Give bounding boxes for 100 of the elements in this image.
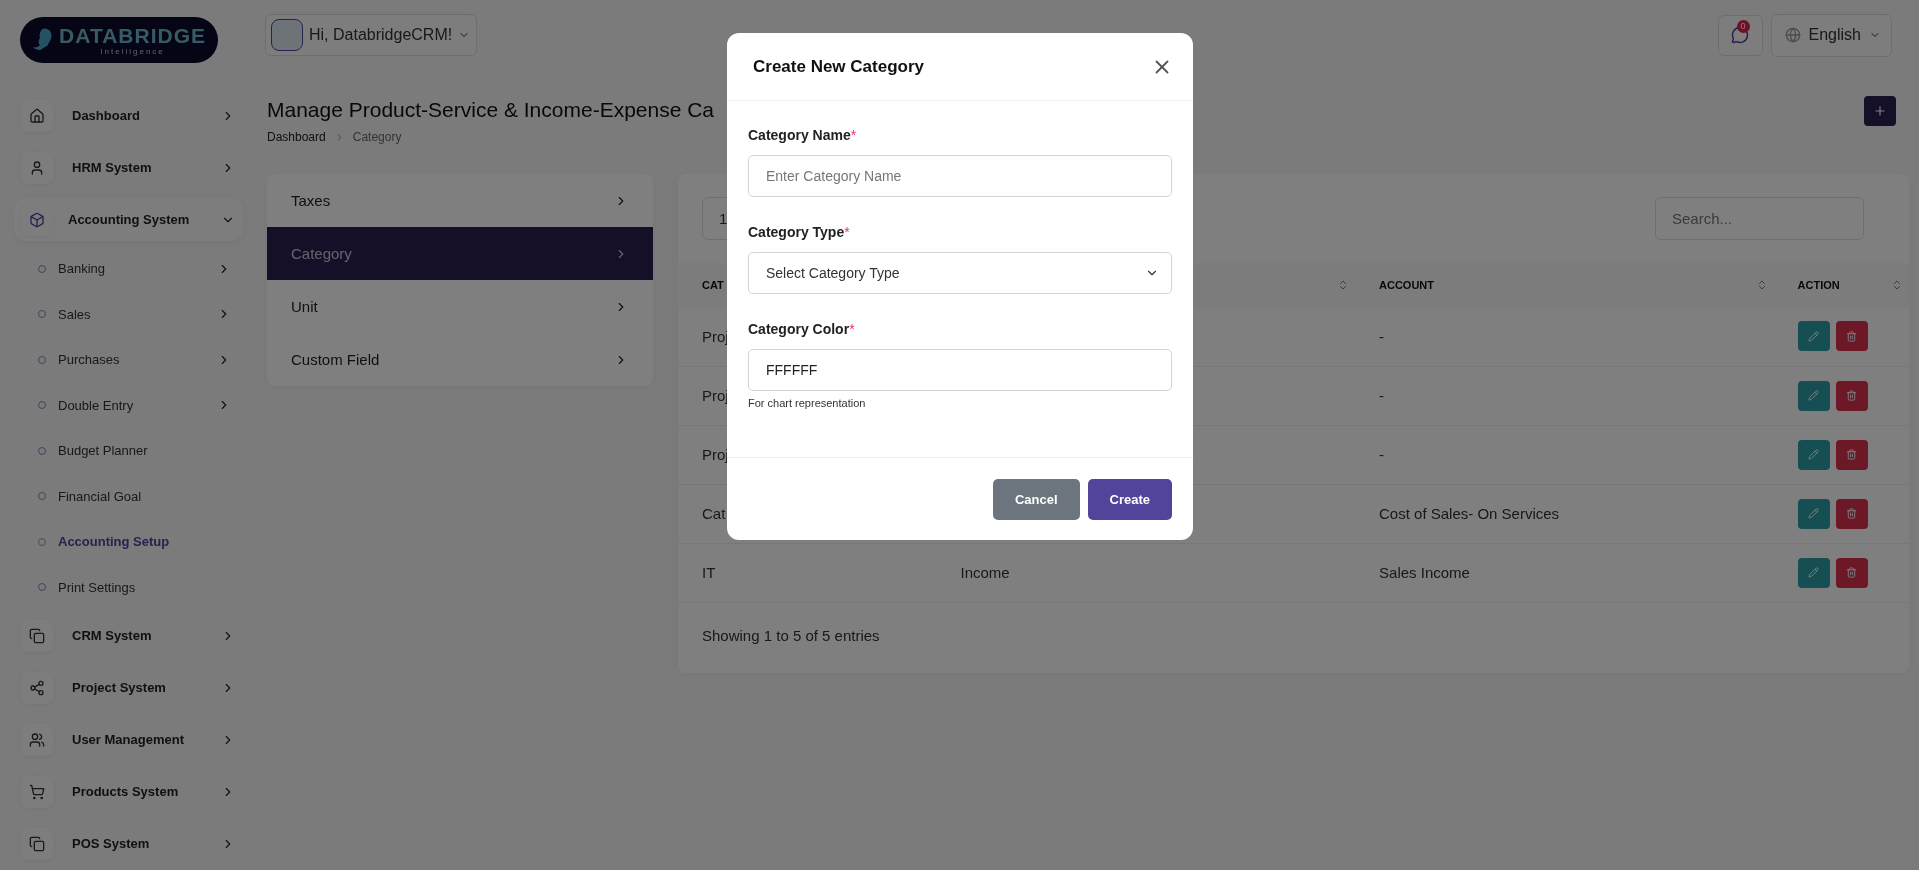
settings-menu-item[interactable]: Unit bbox=[267, 280, 653, 333]
sidebar-label: Sales bbox=[58, 306, 92, 322]
settings-menu-item[interactable]: Taxes bbox=[267, 174, 653, 227]
sidebar-item[interactable]: HRM System bbox=[14, 146, 243, 189]
sort-icon bbox=[1891, 279, 1903, 291]
sidebar-subitem[interactable]: Budget Planner bbox=[14, 428, 243, 474]
sidebar-label: Purchases bbox=[58, 352, 121, 368]
logo-text: DATABRIDGE bbox=[59, 24, 206, 46]
sidebar-subitem[interactable]: Financial Goal bbox=[14, 473, 243, 519]
create-button[interactable]: Create bbox=[1087, 479, 1172, 520]
sidebar-item[interactable]: POS System bbox=[14, 822, 243, 865]
sidebar-label: Products System bbox=[72, 784, 180, 799]
pencil-icon bbox=[1808, 390, 1820, 401]
avatar bbox=[271, 19, 303, 51]
table-footer-text: Showing 1 to 5 of 5 entries bbox=[701, 625, 881, 646]
sidebar-label: Print Settings bbox=[58, 579, 137, 595]
select-placeholder: Select Category Type bbox=[766, 265, 900, 281]
page-title: Manage Product-Service & Income-Expense Ca bbox=[267, 98, 715, 122]
menu-label: Taxes bbox=[291, 192, 331, 209]
sidebar-label: POS System bbox=[72, 836, 151, 851]
table-cell: - bbox=[1355, 425, 1774, 484]
pencil-icon bbox=[1808, 449, 1820, 460]
trash-icon bbox=[1846, 508, 1858, 519]
sidebar-item[interactable]: Products System bbox=[14, 770, 243, 813]
table-cell: - bbox=[1355, 366, 1774, 425]
pencil-icon bbox=[1808, 330, 1820, 342]
pencil-icon bbox=[1808, 508, 1820, 519]
delete-button[interactable] bbox=[1835, 439, 1868, 470]
select-field[interactable]: Select Category Type bbox=[748, 252, 1172, 294]
field-label: Category Type* bbox=[748, 224, 851, 240]
sidebar-item[interactable]: Accounting System bbox=[14, 198, 243, 241]
messages-button[interactable]: 0 bbox=[1717, 14, 1763, 56]
sidebar-label: Accounting System bbox=[68, 212, 191, 227]
notification-badge: 0 bbox=[1736, 19, 1750, 33]
edit-button[interactable] bbox=[1797, 498, 1830, 529]
sidebar-subitem[interactable]: Double Entry bbox=[14, 382, 243, 428]
table-cell: IT bbox=[678, 543, 937, 602]
settings-menu-item[interactable]: Category bbox=[267, 227, 653, 280]
sidebar-subitem[interactable]: Purchases bbox=[14, 337, 243, 383]
menu-label: Custom Field bbox=[291, 351, 380, 368]
delete-button[interactable] bbox=[1835, 498, 1868, 529]
table-cell: Cost of Sales- On Services bbox=[1355, 484, 1774, 543]
user-icon bbox=[21, 151, 53, 184]
users-icon bbox=[21, 723, 53, 756]
sidebar-item[interactable]: User Management bbox=[14, 718, 243, 761]
sidebar-subitem[interactable]: Sales bbox=[14, 291, 243, 337]
edit-button[interactable] bbox=[1797, 380, 1830, 411]
breadcrumb-link[interactable]: Category bbox=[352, 130, 402, 144]
menu-label: Unit bbox=[291, 298, 318, 315]
sidebar-subitem[interactable]: Banking bbox=[14, 246, 243, 292]
table-cell: Sales Income bbox=[1355, 543, 1774, 602]
trash-icon bbox=[1846, 449, 1858, 460]
trash-icon bbox=[1846, 567, 1858, 578]
input-field[interactable]: Enter Category Name bbox=[748, 155, 1172, 197]
edit-button[interactable] bbox=[1797, 557, 1830, 588]
share-icon bbox=[21, 671, 53, 704]
input-field[interactable]: FFFFFF bbox=[748, 349, 1172, 391]
delete-button[interactable] bbox=[1835, 321, 1868, 352]
sidebar-label: Project System bbox=[72, 680, 167, 695]
logo-tagline: Intelligence bbox=[100, 47, 165, 56]
sidebar-item[interactable]: Dashboard bbox=[14, 94, 243, 137]
sidebar-label: Financial Goal bbox=[58, 488, 143, 504]
sidebar-subitem[interactable]: Accounting Setup bbox=[14, 519, 243, 565]
trash-icon bbox=[1846, 390, 1858, 401]
language-select[interactable]: English bbox=[1770, 13, 1892, 57]
sidebar-subitem[interactable]: Print Settings bbox=[14, 564, 243, 610]
copy-icon bbox=[21, 827, 53, 860]
modal-title: Create New Category bbox=[753, 56, 924, 77]
cancel-button[interactable]: Cancel bbox=[992, 479, 1080, 520]
delete-button[interactable] bbox=[1835, 380, 1868, 411]
sidebar-label: Budget Planner bbox=[58, 443, 149, 459]
sidebar-item[interactable]: Project System bbox=[14, 666, 243, 709]
add-button[interactable] bbox=[1864, 96, 1896, 126]
trash-icon bbox=[1846, 330, 1858, 342]
sidebar-label: CRM System bbox=[72, 628, 153, 643]
cart-icon bbox=[21, 775, 53, 808]
sidebar-label: Dashboard bbox=[72, 108, 141, 123]
menu-label: Category bbox=[291, 245, 352, 262]
search-field[interactable]: Search... bbox=[1655, 197, 1864, 240]
globe-icon bbox=[1784, 27, 1801, 43]
home-icon bbox=[21, 99, 53, 132]
edit-button[interactable] bbox=[1797, 321, 1830, 352]
sidebar-label: Double Entry bbox=[58, 397, 135, 413]
field-label: Category Color* bbox=[748, 321, 856, 337]
table-cell: Income bbox=[936, 543, 1356, 602]
help-text: For chart representation bbox=[748, 397, 867, 409]
field-label: Category Name* bbox=[748, 127, 858, 143]
logo[interactable]: DATABRIDGE Intelligence bbox=[20, 17, 218, 63]
pencil-icon bbox=[1808, 567, 1820, 578]
table-cell: - bbox=[1355, 307, 1774, 366]
breadcrumb-link[interactable]: Dashboard bbox=[267, 130, 326, 144]
user-menu-button[interactable]: Hi, DatabridgeCRM! bbox=[265, 14, 478, 56]
edit-button[interactable] bbox=[1797, 439, 1830, 470]
settings-menu-item[interactable]: Custom Field bbox=[267, 333, 653, 386]
plus-icon bbox=[1873, 104, 1887, 118]
copy-icon bbox=[21, 619, 53, 652]
sidebar-label: Accounting Setup bbox=[58, 534, 171, 550]
delete-button[interactable] bbox=[1835, 557, 1868, 588]
sidebar-item[interactable]: CRM System bbox=[14, 614, 243, 657]
sidebar-label: Banking bbox=[58, 261, 106, 277]
